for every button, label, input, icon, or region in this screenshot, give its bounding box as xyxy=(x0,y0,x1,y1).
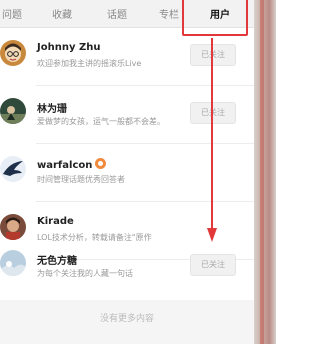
user-row-warfalcon[interactable]: warfalcon 时间管理话题优秀回答者 xyxy=(0,144,254,202)
user-description: 欢迎参加我主讲的摇滚乐Live xyxy=(37,59,142,68)
user-name[interactable]: 林为珊 xyxy=(37,100,67,115)
verified-badge-icon xyxy=(95,158,107,169)
list-footer: 没有更多内容 xyxy=(0,300,254,344)
followed-button[interactable]: 已关注 xyxy=(190,102,236,124)
tab-topics[interactable]: 话题 xyxy=(107,6,127,21)
avatar-johnny-zhu[interactable] xyxy=(0,40,26,66)
avatar-kirade[interactable] xyxy=(0,214,26,240)
annotation-highlight-box xyxy=(182,0,248,36)
device-edge xyxy=(260,0,264,344)
device-frame xyxy=(254,0,276,344)
tab-columns[interactable]: 专栏 xyxy=(159,6,179,21)
avatar-wuse-fangtang[interactable] xyxy=(0,250,26,276)
user-description: 爱做梦的女孩，运气一般都不会差。 xyxy=(37,117,165,126)
user-name[interactable]: warfalcon xyxy=(37,158,107,171)
user-row-wuse-fangtang[interactable]: 无色方糖 为每个关注我的人藏一句话 已关注 xyxy=(0,240,254,298)
user-name[interactable]: Johnny Zhu xyxy=(37,42,100,53)
user-description: 为每个关注我的人藏一句话 xyxy=(37,269,133,278)
tab-favorites[interactable]: 收藏 xyxy=(52,6,72,21)
user-name[interactable]: 无色方糖 xyxy=(37,252,77,267)
avatar-warfalcon[interactable] xyxy=(0,156,26,182)
user-name[interactable]: Kirade xyxy=(37,216,74,227)
user-description: 时间管理话题优秀回答者 xyxy=(37,175,125,184)
user-row-lin-weishan[interactable]: 林为珊 爱做梦的女孩，运气一般都不会差。 已关注 xyxy=(0,86,254,144)
tab-questions[interactable]: 问题 xyxy=(2,6,22,21)
screen: 问题 收藏 话题 专栏 用户 Johnny Zhu 欢迎参加我主讲的摇滚乐Liv… xyxy=(0,0,254,344)
no-more-content-label: 没有更多内容 xyxy=(99,314,154,324)
followed-button[interactable]: 已关注 xyxy=(190,44,236,66)
followed-button[interactable]: 已关注 xyxy=(190,254,236,276)
user-row-johnny-zhu[interactable]: Johnny Zhu 欢迎参加我主讲的摇滚乐Live 已关注 xyxy=(0,28,254,86)
avatar-lin-weishan[interactable] xyxy=(0,98,26,124)
